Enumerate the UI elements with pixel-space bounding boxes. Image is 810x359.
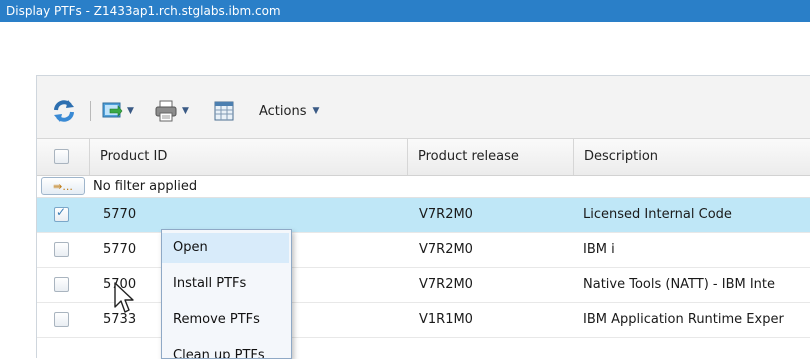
row-checkbox[interactable] [54, 205, 69, 222]
menu-item-clean-up-ptfs[interactable]: Clean up PTFs [162, 341, 289, 358]
table-row[interactable]: 5770 V7R2M0 Licensed Internal Code [37, 198, 810, 233]
print-button[interactable]: ▼ [154, 99, 189, 123]
table-columns-icon [214, 101, 234, 121]
filter-icon: ⇛... [53, 180, 73, 193]
select-all-checkbox[interactable] [54, 149, 69, 164]
ptf-table: Product ID Product release Description ⇛… [37, 139, 810, 338]
ptf-panel: ▼ ▼ Actions ▼ Product ID Product release… [36, 75, 810, 358]
menu-item-remove-ptfs[interactable]: Remove PTFs [162, 305, 289, 335]
mouse-cursor-icon [114, 282, 134, 313]
description-cell: Native Tools (NATT) - IBM Inte [583, 277, 776, 292]
context-menu: Open Install PTFs Remove PTFs Clean up P… [161, 229, 292, 359]
printer-icon [155, 100, 177, 122]
table-row[interactable]: 5700 V7R2M0 Native Tools (NATT) - IBM In… [37, 268, 810, 303]
filter-status: No filter applied [93, 179, 198, 194]
product-release-cell: V7R2M0 [419, 207, 473, 222]
chevron-down-icon: ▼ [312, 106, 320, 116]
chevron-down-icon: ▼ [182, 106, 189, 116]
select-all-cell [37, 139, 89, 175]
window-title: Display PTFs - Z1433ap1.rch.stglabs.ibm.… [6, 4, 281, 18]
toolbar: ▼ ▼ Actions ▼ [37, 76, 810, 139]
menu-item-open[interactable]: Open [162, 233, 289, 263]
columns-button[interactable] [213, 99, 235, 123]
table-row[interactable]: 5733 V1R1M0 IBM Application Runtime Expe… [37, 303, 810, 338]
product-release-cell: V7R2M0 [419, 242, 473, 257]
refresh-icon [54, 100, 74, 122]
menu-item-install-ptfs[interactable]: Install PTFs [162, 269, 289, 299]
export-icon [102, 102, 123, 118]
row-checkbox[interactable] [54, 312, 69, 327]
table-header: Product ID Product release Description [37, 139, 810, 176]
actions-label: Actions [259, 103, 307, 119]
product-release-cell: V7R2M0 [419, 277, 473, 292]
product-id-cell: 5770 [103, 242, 137, 257]
column-header-description[interactable]: Description [573, 139, 810, 175]
table-row[interactable]: 5770 V7R2M0 IBM i [37, 233, 810, 268]
window-title-bar: Display PTFs - Z1433ap1.rch.stglabs.ibm.… [0, 0, 810, 22]
description-cell: IBM i [583, 242, 615, 257]
column-header-product-release[interactable]: Product release [407, 139, 573, 175]
filter-row: ⇛... No filter applied [37, 176, 810, 198]
product-id-cell: 5770 [103, 207, 137, 222]
product-release-cell: V1R1M0 [419, 312, 473, 327]
export-button[interactable]: ▼ [101, 99, 134, 123]
actions-menu-button[interactable]: Actions ▼ [259, 99, 319, 123]
toolbar-separator [90, 101, 91, 121]
description-cell: Licensed Internal Code [583, 207, 732, 222]
row-checkbox[interactable] [54, 242, 69, 257]
filter-button[interactable]: ⇛... [41, 177, 85, 195]
column-header-product-id[interactable]: Product ID [89, 139, 407, 175]
refresh-button[interactable] [51, 99, 77, 123]
row-checkbox[interactable] [54, 277, 69, 292]
description-cell: IBM Application Runtime Exper [583, 312, 784, 327]
chevron-down-icon: ▼ [127, 106, 134, 116]
